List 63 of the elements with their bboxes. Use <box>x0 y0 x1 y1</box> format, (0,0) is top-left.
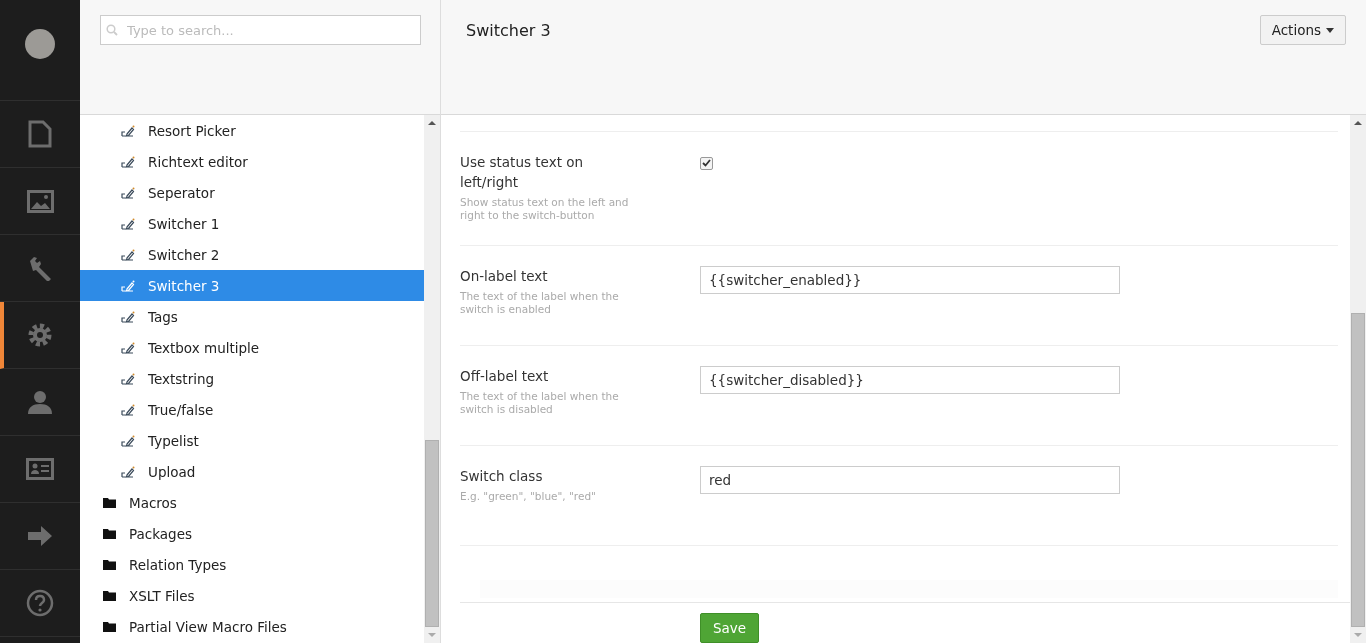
property-description: Show status text on the left and right to the switch-button <box>460 196 630 222</box>
pencil-icon <box>121 372 135 385</box>
help-icon <box>26 589 54 617</box>
search-icon <box>106 24 118 36</box>
tree-item[interactable]: Textstring <box>80 363 424 394</box>
arrow-icon <box>27 525 53 547</box>
pencil-icon <box>121 248 135 261</box>
tree-item[interactable]: Switcher 2 <box>80 239 424 270</box>
tree-item[interactable]: Macros <box>80 487 424 518</box>
pencil-icon <box>121 403 135 416</box>
text-field[interactable]: {{switcher_enabled}} <box>700 266 1120 294</box>
tree-item[interactable]: Switcher 3 <box>80 270 424 301</box>
tree-item[interactable]: XSLT Files <box>80 580 424 611</box>
pencil-icon <box>121 217 135 230</box>
nav-button[interactable] <box>0 302 80 369</box>
tree-item[interactable]: Packages <box>80 518 424 549</box>
avatar-circle[interactable] <box>25 29 55 59</box>
wrench-icon <box>27 255 53 281</box>
image-icon <box>26 189 54 213</box>
property-label: Off-label text <box>460 367 550 386</box>
folder-icon <box>103 559 116 570</box>
tree-item[interactable]: Typelist <box>80 425 424 456</box>
folder-icon <box>103 621 116 632</box>
tree-item[interactable]: Resort Picker <box>80 115 424 146</box>
property-description: The text of the label when the switch is disabled <box>460 390 620 416</box>
search-field[interactable]: Type to search... <box>100 15 421 45</box>
tree-item[interactable]: Seperator <box>80 177 424 208</box>
tree-item[interactable]: Richtext editor <box>80 146 424 177</box>
actions-dropdown-button[interactable]: Actions <box>1259 15 1346 45</box>
settings-icon <box>27 322 53 348</box>
pencil-icon <box>121 155 135 168</box>
document-icon <box>28 120 52 148</box>
property-description: E.g. "green", "blue", "red" <box>460 490 597 503</box>
property-description: The text of the label when the switch is enabled <box>460 290 620 316</box>
pencil-icon <box>121 434 135 447</box>
tree-item[interactable]: Switcher 1 <box>80 208 424 239</box>
scrollbar[interactable] <box>424 115 440 643</box>
pencil-icon <box>121 279 135 292</box>
pencil-icon <box>121 186 135 199</box>
tree-item[interactable]: Relation Types <box>80 549 424 580</box>
property-label: On-label text <box>460 267 549 286</box>
user-icon <box>27 390 53 414</box>
caret-icon <box>1326 27 1334 33</box>
property-label: Switch class <box>460 467 544 486</box>
pencil-icon <box>121 465 135 478</box>
tree-item[interactable]: Partial View Macro Files <box>80 611 424 642</box>
tree-item[interactable]: Textbox multiple <box>80 332 424 363</box>
tree-item[interactable]: Upload <box>80 456 424 487</box>
folder-icon <box>103 590 116 601</box>
id-card-icon <box>26 458 54 480</box>
page-title: Switcher 3 <box>466 21 551 40</box>
text-field[interactable]: {{switcher_disabled}} <box>700 366 1120 394</box>
folder-icon <box>103 528 116 539</box>
property-label: Use status text on left/right <box>460 153 585 192</box>
checkbox[interactable] <box>700 156 713 170</box>
pencil-icon <box>121 124 135 137</box>
text-field[interactable]: red <box>700 466 1120 494</box>
scrollbar[interactable] <box>1350 115 1366 643</box>
pencil-icon <box>121 341 135 354</box>
folder-icon <box>103 497 116 508</box>
tree-item[interactable]: True/false <box>80 394 424 425</box>
pencil-icon <box>121 310 135 323</box>
tree-item[interactable]: Tags <box>80 301 424 332</box>
